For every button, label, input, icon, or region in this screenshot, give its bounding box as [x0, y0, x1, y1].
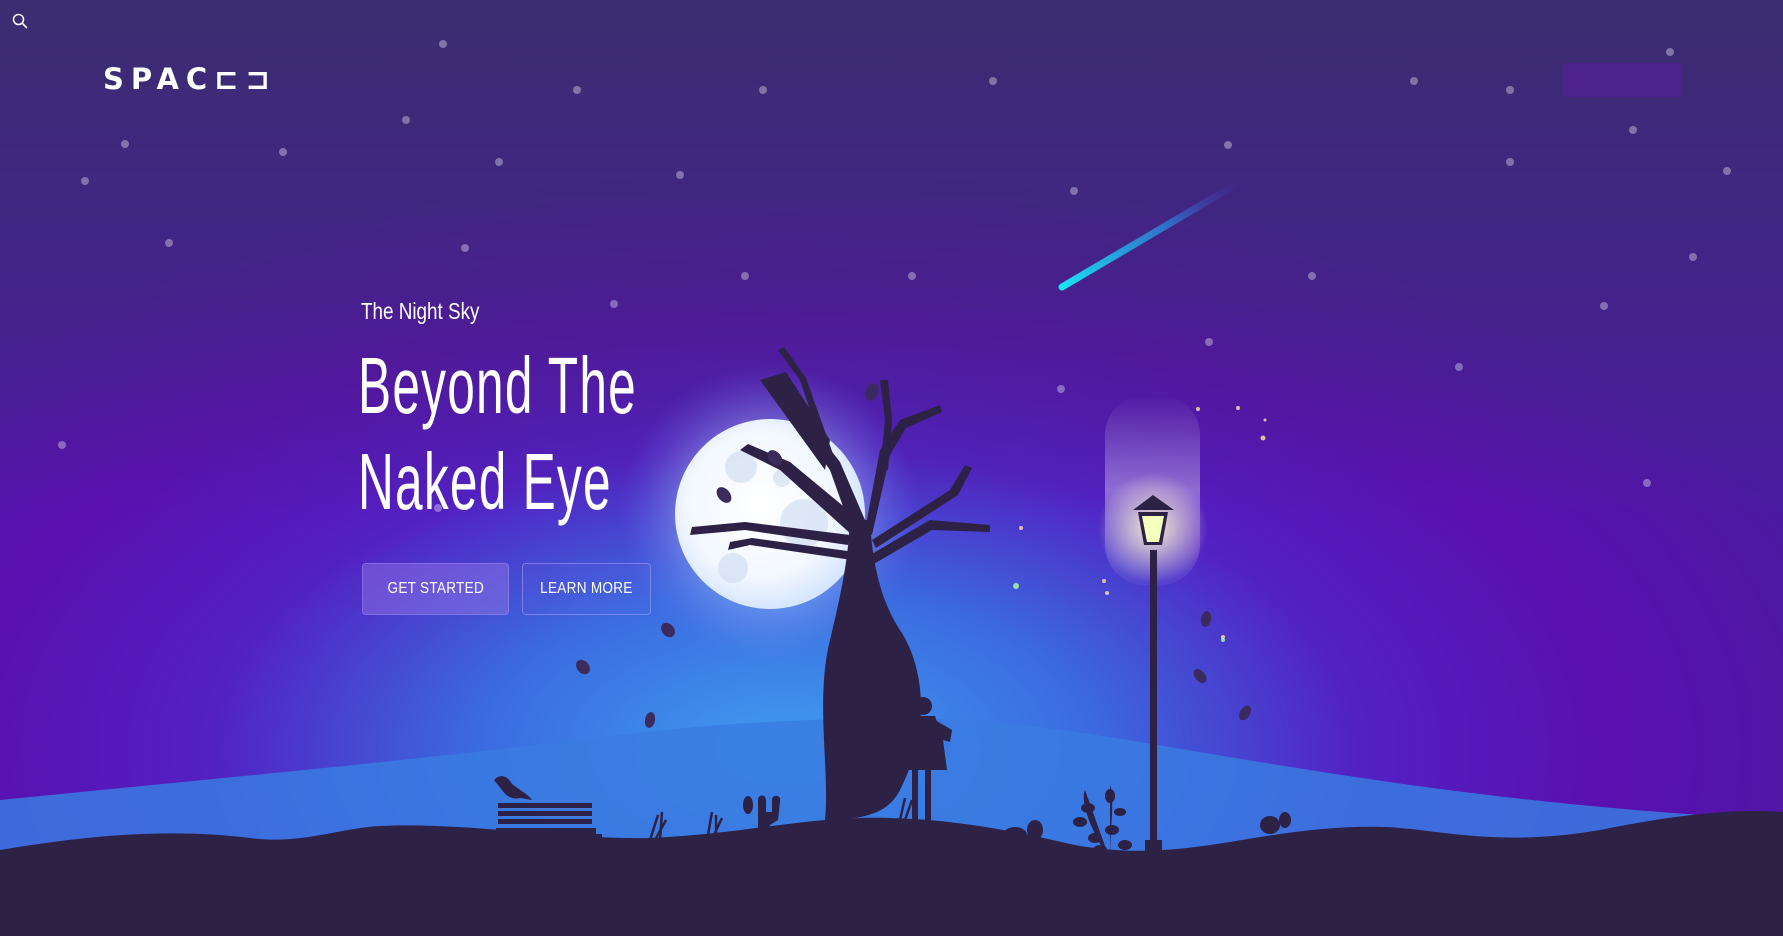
learn-more-button[interactable]: LEARN MORE [522, 563, 651, 615]
get-started-label: GET STARTED [387, 580, 484, 597]
learn-more-label: LEARN MORE [540, 580, 633, 597]
hero-headline-line2: Naked Eye [358, 437, 612, 526]
search-button[interactable] [9, 10, 31, 32]
get-started-button[interactable]: GET STARTED [362, 563, 509, 615]
hero-headline: Beyond The Naked Eye [358, 338, 637, 530]
logo-text: SPAC [103, 62, 215, 96]
header-nav-placeholder [1563, 63, 1681, 97]
logo-mark: ⊏⊐ [214, 62, 277, 96]
site-logo[interactable]: SPAC⊏⊐ [103, 64, 277, 94]
hero-eyebrow: The Night Sky [361, 298, 480, 324]
night-sky-illustration [0, 0, 1783, 936]
hero-headline-line1: Beyond The [358, 341, 637, 430]
search-icon [12, 13, 28, 29]
